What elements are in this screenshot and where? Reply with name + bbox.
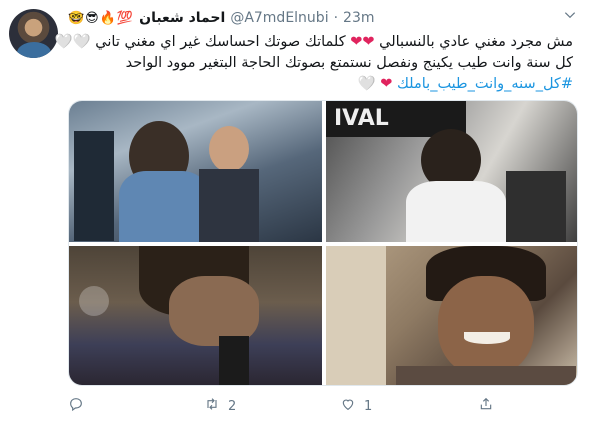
tweet-line-3: #كل_سنه_وانت_طيب_باملك ❤ 🤍 xyxy=(70,74,573,95)
timestamp[interactable]: 23m xyxy=(343,10,374,26)
tweet-line-2: كل سنة وانت طيب يكينج ونفصل نستمتع بصوتك… xyxy=(125,55,573,71)
display-name[interactable]: احماد شعبان xyxy=(139,10,225,26)
tweet-line-1: مش مجرد مغني عادي بالنسبالي ❤❤ كلماتك صو… xyxy=(54,34,573,50)
heart-emoji: ❤ xyxy=(380,76,397,92)
retweet-icon xyxy=(204,396,220,416)
share-button[interactable] xyxy=(478,396,494,416)
media-grid: IVAL xyxy=(68,100,578,386)
reply-icon xyxy=(68,396,84,416)
separator-dot: · xyxy=(333,10,339,26)
photo-1[interactable] xyxy=(69,101,322,242)
like-button[interactable]: 1 xyxy=(340,396,372,416)
tweet-actions: 2 1 xyxy=(68,396,508,418)
reply-button[interactable] xyxy=(68,396,92,416)
name-emojis: 🤓😎🔥💯 xyxy=(68,10,135,26)
share-icon xyxy=(478,396,494,416)
white-heart-emoji: 🤍🤍 xyxy=(54,34,91,50)
tweet[interactable]: 🤓😎🔥💯 احماد شعبان @A7mdElnubi · 23m مش مج… xyxy=(0,0,591,422)
like-icon xyxy=(340,396,356,416)
avatar[interactable] xyxy=(9,9,58,58)
chevron-down-icon[interactable] xyxy=(563,8,577,26)
photo-2[interactable]: IVAL xyxy=(326,101,577,242)
heart-emoji: ❤❤ xyxy=(350,34,375,50)
like-count: 1 xyxy=(364,398,373,414)
photo-3[interactable] xyxy=(69,246,322,385)
user-handle[interactable]: @A7mdElnubi xyxy=(230,10,328,26)
retweet-count: 2 xyxy=(228,398,237,414)
tweet-text: مش مجرد مغني عادي بالنسبالي ❤❤ كلماتك صو… xyxy=(54,32,573,95)
white-heart-emoji: 🤍 xyxy=(357,76,376,92)
hashtag-link[interactable]: #كل_سنه_وانت_طيب_باملك xyxy=(397,76,573,92)
photo-4[interactable] xyxy=(326,246,577,385)
tweet-header: 🤓😎🔥💯 احماد شعبان @A7mdElnubi · 23m xyxy=(68,10,375,26)
retweet-button[interactable]: 2 xyxy=(204,396,236,416)
